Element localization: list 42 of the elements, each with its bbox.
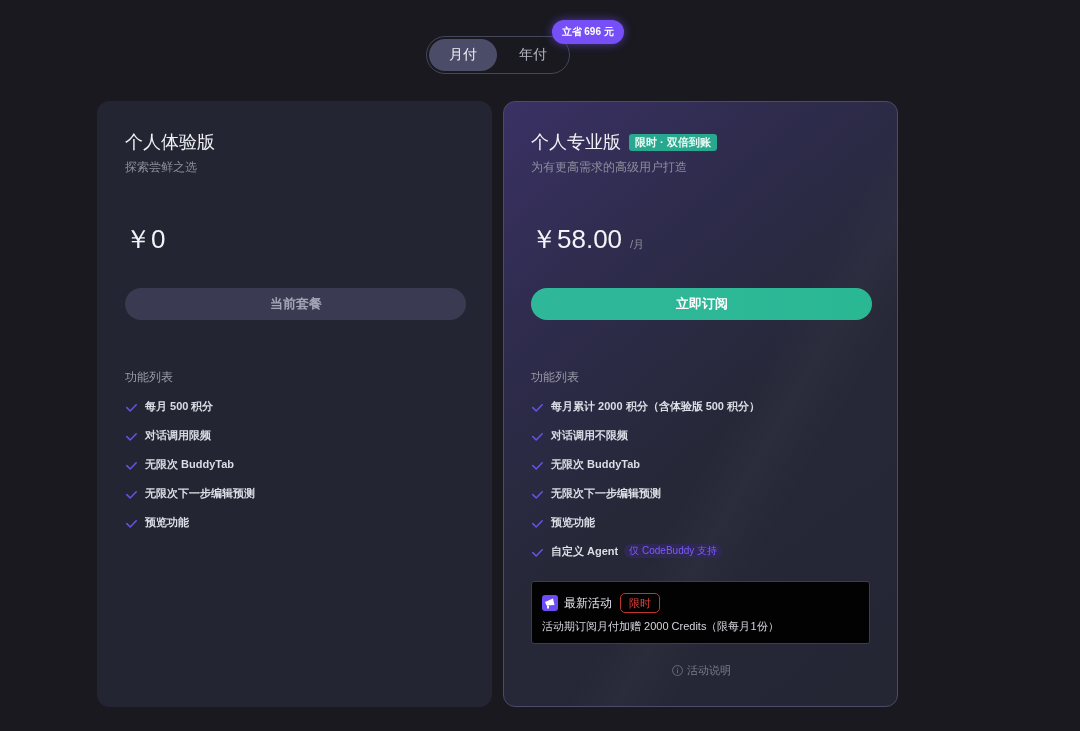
megaphone-icon [542, 595, 558, 611]
billing-option-tab[interactable]: 月付 [428, 39, 497, 71]
feature-text: 自定义 Agent [551, 543, 619, 559]
feature-text: 无限次 BuddyTab [145, 456, 234, 472]
savings-badge: 立省 696 元 [551, 20, 624, 44]
feature-text: 无限次下一步编辑预测 [551, 485, 661, 501]
features-heading: 功能列表 [125, 369, 173, 385]
check-icon [126, 403, 137, 412]
feature-text: 预览功能 [551, 514, 595, 530]
feature-text: 每月累计 2000 积分（含体验版 500 积分） [551, 398, 761, 414]
check-icon [126, 519, 137, 528]
features-heading: 功能列表 [531, 369, 579, 385]
check-icon [126, 461, 137, 470]
price-period: /月 [630, 237, 645, 252]
check-icon [126, 490, 137, 499]
info-icon [672, 665, 683, 676]
feature-text: 无限次 BuddyTab [551, 456, 640, 472]
promo-text: 活动期订阅月付加赠 2000 Credits（限每月1份） [542, 619, 780, 633]
promo-title: 最新活动 [564, 594, 612, 612]
check-icon [532, 432, 543, 441]
plan-subtitle: 为有更高需求的高级用户打造 [531, 159, 687, 175]
check-icon [532, 490, 543, 499]
plan-price: ￥58.00 [531, 223, 623, 256]
check-icon [532, 403, 543, 412]
feature-text: 对话调用限频 [145, 427, 211, 443]
check-icon [532, 519, 543, 528]
check-icon [126, 432, 137, 441]
activity-info-link[interactable]: 活动说明 [672, 663, 731, 678]
plan-name: 个人体验版 [125, 131, 215, 154]
plan-subtitle: 探索尝鲜之选 [125, 159, 197, 175]
feature-text: 无限次下一步编辑预测 [145, 485, 255, 501]
promo-tag: 限时 [620, 593, 660, 613]
check-icon [532, 461, 543, 470]
feature-text: 预览功能 [145, 514, 189, 530]
plan-tag: 限时 · 双倍到账 [629, 133, 717, 151]
feature-text: 每月 500 积分 [145, 398, 214, 414]
check-icon [532, 548, 543, 557]
feature-badge: 仅 CodeBuddy 支持 [624, 544, 723, 558]
feature-text: 对话调用不限频 [551, 427, 628, 443]
subscribe-button[interactable]: 立即订阅 [531, 288, 872, 320]
plan-name: 个人专业版 [531, 131, 621, 154]
plan-price: ￥0 [125, 223, 166, 256]
